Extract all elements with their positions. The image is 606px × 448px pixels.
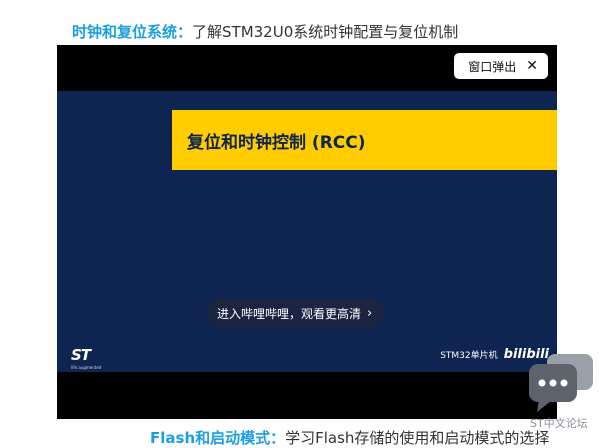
channel-name: STM32单片机 [440,351,498,361]
close-icon[interactable]: ✕ [526,59,538,73]
watch-on-bilibili-label: 进入哔哩哔哩，观看更高清 [217,306,362,321]
forum-label: ST中文论坛 [530,417,588,430]
section-heading-highlight: Flash和启动模式： [150,429,286,447]
video-frame[interactable]: 复位和时钟控制 (RCC) 进入哔哩哔哩，观看更高清 › ST life.aug… [57,91,557,372]
forum-widget[interactable]: ST中文论坛 [527,350,599,430]
chevron-right-icon: › [367,305,373,321]
watch-on-bilibili-button[interactable]: 进入哔哩哔哩，观看更高清 › [207,298,385,328]
st-logo: ST life.augmented [71,346,101,370]
section-heading-text: 了解STM32U0系统时钟配置与复位机制 [192,23,459,41]
section-heading-clock-reset: 时钟和复位系统：了解STM32U0系统时钟配置与复位机制 [72,21,458,42]
st-logo-mark: ST [71,346,91,364]
st-logo-tagline: life.augmented [71,365,102,370]
popout-window-button[interactable]: 窗口弹出 ✕ [454,53,548,79]
video-player[interactable]: 窗口弹出 ✕ 复位和时钟控制 (RCC) 进入哔哩哔哩，观看更高清 › ST l… [57,45,557,419]
chat-bubble-icon [529,354,593,412]
section-heading-text: 学习Flash存储的使用和启动模式的选择 [285,429,550,447]
slide-title: 复位和时钟控制 (RCC) [187,133,366,153]
section-heading-highlight: 时钟和复位系统： [72,23,193,41]
popout-label: 窗口弹出 [468,59,517,74]
section-heading-flash-boot: Flash和启动模式：学习Flash存储的使用和启动模式的选择 [150,427,549,448]
